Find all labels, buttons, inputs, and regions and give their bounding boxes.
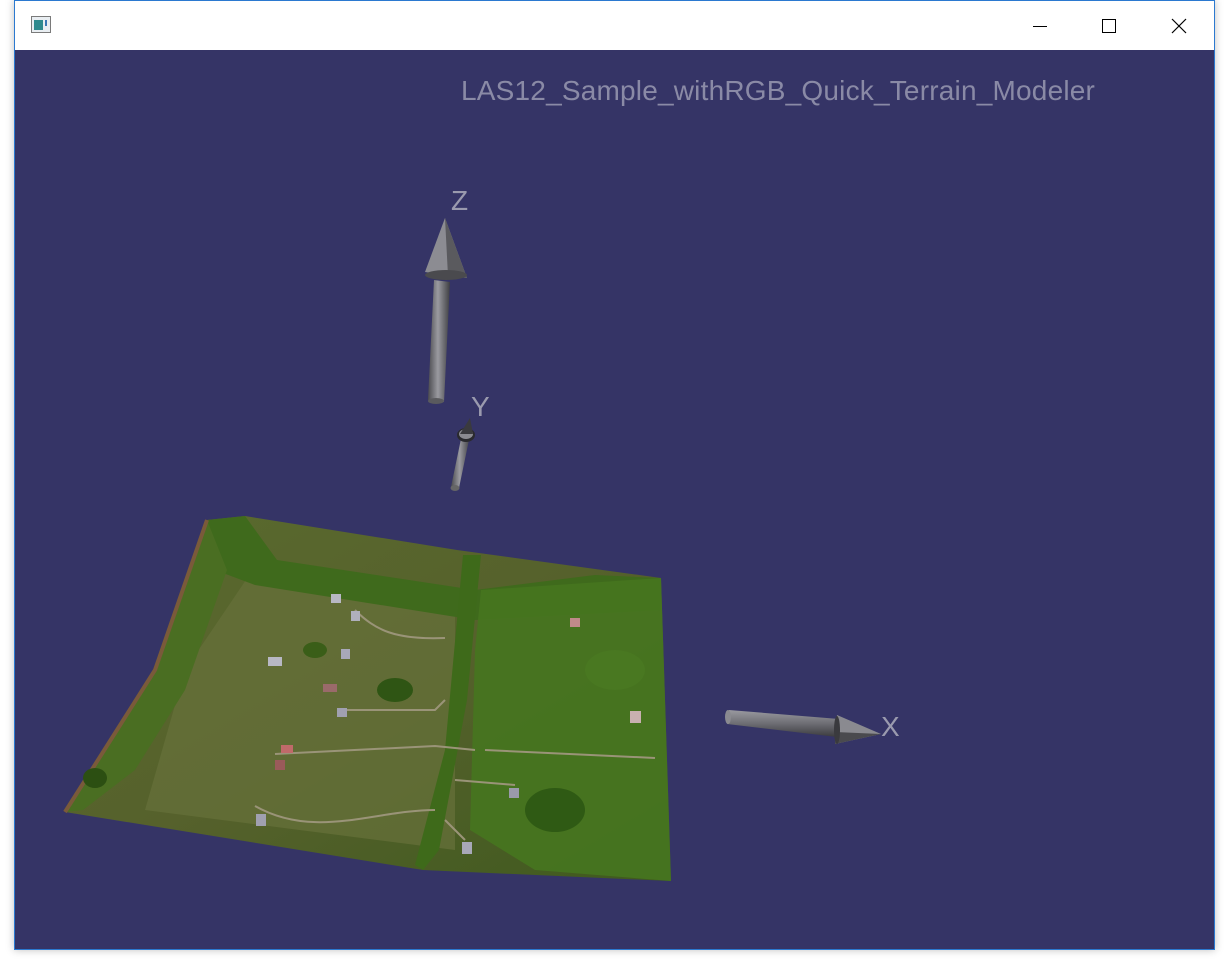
app-window-icon[interactable] xyxy=(31,16,51,33)
z-axis-arrow[interactable]: Z xyxy=(425,185,468,404)
minimize-button[interactable] xyxy=(1005,1,1074,50)
3d-viewport[interactable]: LAS12_Sample_withRGB_Quick_Terrain_Model… xyxy=(15,50,1214,949)
x-axis-label: X xyxy=(881,711,900,742)
close-icon xyxy=(1171,18,1186,33)
x-axis-arrow[interactable]: X xyxy=(725,710,900,744)
terrain-point-cloud[interactable] xyxy=(63,516,671,881)
maximize-icon xyxy=(1101,18,1116,33)
application-window: LAS12_Sample_withRGB_Quick_Terrain_Model… xyxy=(14,0,1215,950)
z-axis-label: Z xyxy=(451,185,468,216)
minimize-icon xyxy=(1032,25,1047,27)
close-button[interactable] xyxy=(1144,1,1213,50)
scene-canvas[interactable]: Z Y X xyxy=(15,50,1214,949)
y-axis-arrow[interactable]: Y xyxy=(450,391,491,491)
y-axis-label: Y xyxy=(471,391,490,422)
title-bar[interactable] xyxy=(15,1,1214,50)
maximize-button[interactable] xyxy=(1074,1,1143,50)
